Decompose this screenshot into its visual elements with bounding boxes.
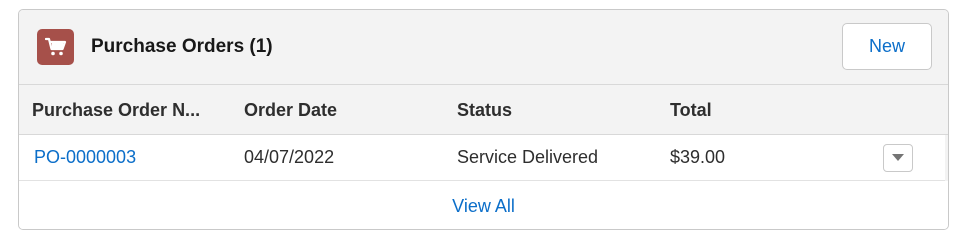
view-all-link[interactable]: View All <box>19 196 948 217</box>
chevron-down-icon <box>892 154 904 161</box>
table-header: Purchase Order N... Order Date Status To… <box>19 84 948 135</box>
purchase-order-link[interactable]: PO-0000003 <box>34 147 136 168</box>
column-header-status[interactable]: Status <box>457 100 512 121</box>
total-cell: $39.00 <box>670 147 726 167</box>
row-actions-button[interactable] <box>883 144 913 172</box>
status-cell: Service Delivered <box>457 147 599 167</box>
table-row: PO-0000003 04/07/2022 Service Delivered … <box>19 135 945 181</box>
column-header-purchase-order-number[interactable]: Purchase Order N... <box>32 100 200 121</box>
order-date-cell: 04/07/2022 <box>244 147 335 167</box>
purchase-orders-card: Purchase Orders (1) New Purchase Order N… <box>18 9 949 230</box>
card-title[interactable]: Purchase Orders (1) <box>91 36 273 58</box>
card-footer: View All <box>19 181 948 229</box>
column-header-order-date[interactable]: Order Date <box>244 100 337 121</box>
cart-icon <box>37 29 74 65</box>
new-button[interactable]: New <box>842 23 932 70</box>
column-header-total[interactable]: Total <box>670 100 712 121</box>
card-header: Purchase Orders (1) New <box>19 10 948 84</box>
